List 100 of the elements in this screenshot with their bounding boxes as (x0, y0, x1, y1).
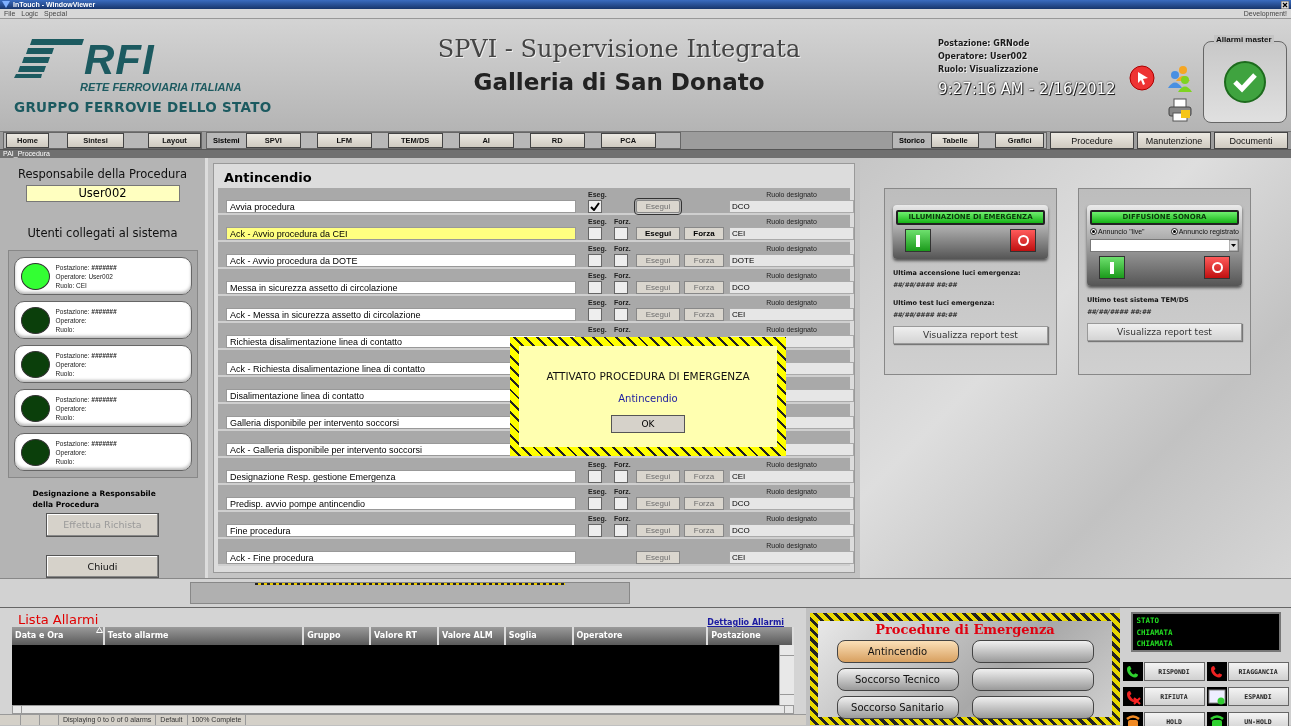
station-label: Postazione: GRNode (938, 38, 1030, 50)
phone-icon (1208, 663, 1225, 680)
execute-button[interactable]: Esegui (636, 199, 680, 213)
force-checkbox[interactable] (614, 523, 628, 537)
report-button[interactable]: Visualizza report test (1087, 323, 1242, 341)
logo-text: RFI (84, 41, 155, 79)
force-button[interactable]: Forza (684, 253, 724, 267)
execute-button[interactable]: Esegui (636, 523, 680, 537)
column-header[interactable]: Soglia (505, 627, 574, 645)
dropdown-field[interactable] (1090, 239, 1239, 252)
alarm-list-title: Lista Allarmi (18, 612, 99, 627)
execute-button[interactable]: Esegui (636, 226, 680, 240)
force-checkbox[interactable] (614, 307, 628, 321)
execute-checkbox[interactable] (588, 199, 602, 213)
emergency-type-button[interactable]: Soccorso Tecnico (836, 668, 959, 691)
responsible-field: User002 (25, 185, 180, 202)
nav-button[interactable]: Procedure (1050, 132, 1134, 149)
role-field: DCO (729, 523, 854, 537)
on-button[interactable] (1099, 256, 1125, 279)
logo-subtitle: RETE FERROVIARIA ITALIANA (80, 81, 242, 93)
operator-label: Operatore: User002 (938, 51, 1028, 63)
alarm-detail-link[interactable]: Dettaglio Allarmi (707, 618, 784, 627)
force-button[interactable]: Forza (684, 280, 724, 294)
section-label: Utenti collegati al sistema (27, 226, 178, 240)
emergency-type-button[interactable]: Soccorso Sanitario (836, 696, 959, 719)
section-label: Responsabile della Procedura (17, 167, 188, 181)
printer-icon[interactable] (1167, 98, 1193, 122)
step-field: Avvia procedura (226, 199, 576, 213)
role-field: CEI (729, 550, 854, 564)
force-checkbox[interactable] (614, 226, 628, 240)
force-button[interactable]: Forza (684, 523, 724, 537)
alarm-master-label: Allarmi master (1214, 35, 1274, 44)
ok-button[interactable]: OK (611, 415, 685, 433)
rfi-logo-icon (14, 37, 84, 79)
step-field: Ack - Avvio procedura da DOTE (226, 253, 576, 267)
execute-button[interactable]: Esegui (636, 280, 680, 294)
step-field: Messa in sicurezza assetto di circolazione (226, 280, 576, 294)
report-button[interactable]: Visualizza report test (893, 326, 1048, 344)
cursor-icon[interactable] (1129, 65, 1155, 91)
execute-checkbox[interactable] (588, 280, 602, 294)
column-header[interactable]: Valore RT (371, 627, 439, 645)
column-header[interactable]: Data e Ora (12, 627, 105, 645)
force-checkbox[interactable] (614, 469, 628, 483)
force-checkbox[interactable] (614, 496, 628, 510)
phone-reject-icon (1124, 688, 1141, 705)
force-button[interactable]: Forza (684, 307, 724, 321)
on-button[interactable] (905, 229, 931, 252)
check-icon (590, 201, 600, 211)
role-field: CEI (729, 226, 854, 240)
check-icon[interactable] (1223, 60, 1267, 104)
phone-icon (1208, 713, 1225, 726)
emergency-title: Procedure di Emergenza (875, 622, 1055, 637)
blank-emergency-button[interactable] (971, 668, 1094, 691)
off-button[interactable] (1010, 229, 1036, 252)
column-header[interactable]: Gruppo (304, 627, 372, 645)
force-checkbox[interactable] (614, 280, 628, 294)
column-header[interactable]: Testo allarme (104, 627, 305, 645)
blank-emergency-button[interactable] (971, 640, 1094, 663)
step-field: Predisp. avvio pompe antincendio (226, 496, 576, 510)
force-checkbox[interactable] (614, 253, 628, 267)
phone-icon (1124, 663, 1141, 680)
execute-button[interactable]: Esegui (636, 469, 680, 483)
nav-button[interactable]: Documenti (1214, 132, 1288, 149)
sort-icon (95, 627, 103, 633)
emergency-type-button[interactable]: Antincendio (836, 640, 959, 663)
execute-button[interactable]: Esegui (636, 307, 680, 321)
force-button[interactable]: Forza (684, 226, 724, 240)
execute-checkbox[interactable] (588, 469, 602, 483)
site-title: Galleria di San Donato (473, 69, 765, 95)
execute-checkbox[interactable] (588, 496, 602, 510)
execute-checkbox[interactable] (588, 523, 602, 537)
step-field: Ack - Fine procedura (226, 550, 576, 564)
execute-button[interactable]: Esegui (636, 550, 680, 564)
role-field: CEI (729, 469, 854, 483)
window-icon (1207, 688, 1226, 705)
phone-icon (1124, 713, 1141, 726)
column-header[interactable]: Postazione (708, 627, 794, 645)
execute-button[interactable]: Esegui (636, 496, 680, 510)
date-time: 9:27:16 AM - 2/16/2012 (938, 80, 1116, 98)
step-field: Fine procedura (226, 523, 576, 537)
caret-icon (1229, 240, 1238, 251)
step-field: Designazione Resp. gestione Emergenza (226, 469, 576, 483)
role-field: DCO (729, 280, 854, 294)
nav-button[interactable]: Manutenzione (1137, 132, 1211, 149)
role-field: DCO (729, 199, 854, 213)
execute-button[interactable]: Esegui (636, 253, 680, 267)
force-button[interactable]: Forza (684, 496, 724, 510)
logo-group: GRUPPO FERROVIE DELLO STATO (14, 99, 272, 115)
close-icon[interactable] (1281, 0, 1289, 9)
execute-checkbox[interactable] (588, 253, 602, 267)
force-button[interactable]: Forza (684, 469, 724, 483)
procedure-title: Antincendio (224, 170, 312, 187)
close-button[interactable]: Chiudi (46, 554, 159, 578)
role-field: DCO (729, 496, 854, 510)
execute-checkbox[interactable] (588, 226, 602, 240)
blank-emergency-button[interactable] (971, 696, 1094, 719)
column-header[interactable]: Operatore (573, 627, 709, 645)
execute-checkbox[interactable] (588, 307, 602, 321)
off-button[interactable] (1204, 256, 1230, 279)
column-header[interactable]: Valore ALM (438, 627, 506, 645)
